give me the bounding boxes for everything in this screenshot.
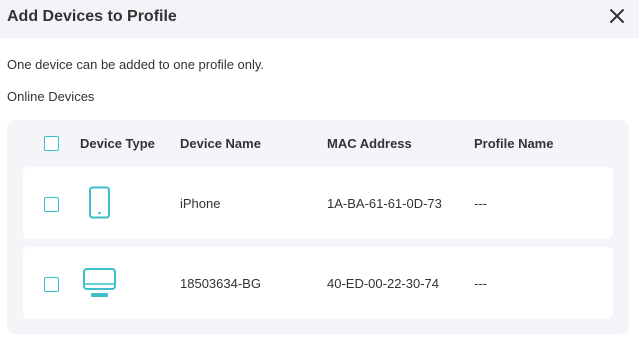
profile-name: --- (474, 276, 487, 291)
phone-icon (88, 186, 112, 225)
device-name: 18503634-BG (180, 276, 261, 291)
dialog-header: Add Devices to Profile (0, 0, 639, 38)
row-checkbox[interactable] (44, 197, 59, 212)
close-icon[interactable] (608, 7, 626, 25)
device-name: iPhone (180, 196, 221, 211)
row-checkbox[interactable] (44, 277, 59, 292)
dialog-title: Add Devices to Profile (7, 8, 177, 25)
profile-name: --- (474, 196, 487, 211)
column-header-device-type: Device Type (80, 136, 155, 151)
mac-address: 40-ED-00-22-30-74 (327, 276, 440, 291)
mac-address: 1A-BA-61-61-0D-73 (327, 196, 442, 211)
select-all-checkbox[interactable] (44, 136, 59, 151)
column-header-device-name: Device Name (180, 136, 261, 151)
monitor-icon (82, 267, 118, 306)
column-header-mac-address: MAC Address (327, 136, 412, 151)
column-header-profile-name: Profile Name (474, 136, 554, 151)
dialog-description: One device can be added to one profile o… (7, 57, 265, 72)
section-label-online-devices: Online Devices (7, 89, 95, 104)
